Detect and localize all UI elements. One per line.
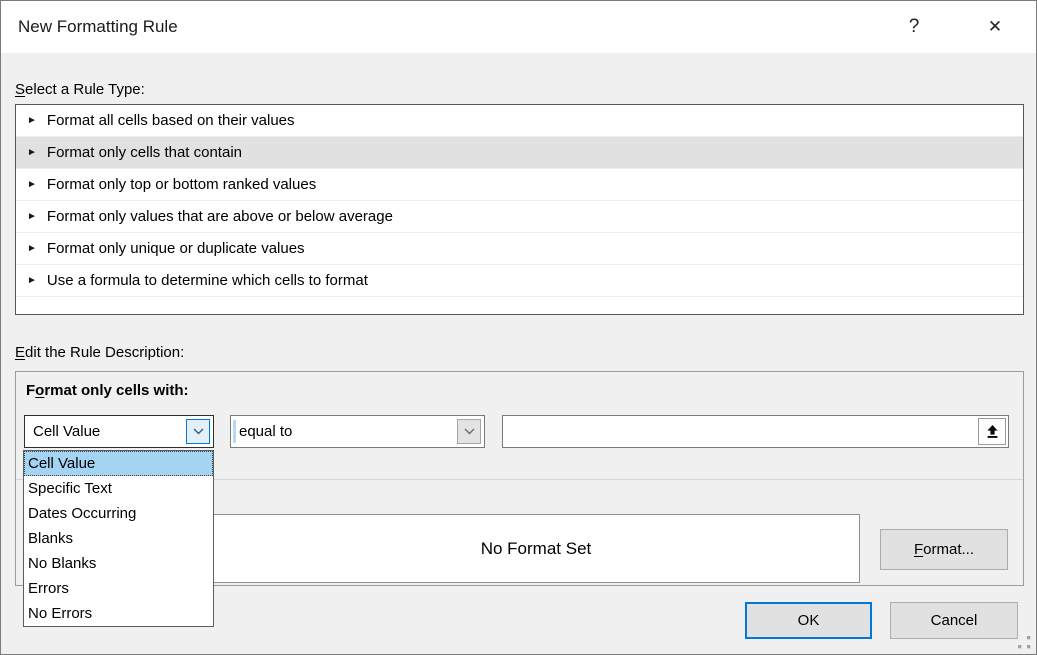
titlebar: New Formatting Rule ? ✕	[1, 1, 1036, 53]
help-icon: ?	[909, 16, 920, 38]
rule-type-item-top-bottom[interactable]: ► Format only top or bottom ranked value…	[16, 169, 1023, 201]
dialog-title: New Formatting Rule	[18, 1, 178, 53]
cancel-button[interactable]: Cancel	[890, 602, 1018, 639]
dropdown-option-errors[interactable]: Errors	[24, 576, 213, 601]
cell-value-dropdown[interactable]: Cell Value	[24, 415, 214, 448]
cell-value-dropdown-value: Cell Value	[33, 416, 100, 447]
dropdown-option-no-errors[interactable]: No Errors	[24, 601, 213, 626]
rule-type-item-cells-that-contain[interactable]: ► Format only cells that contain	[16, 137, 1023, 169]
rule-type-label: Format only cells that contain	[47, 144, 242, 161]
arrow-bullet-icon: ►	[27, 180, 37, 190]
rule-type-item-all-cells[interactable]: ► Format all cells based on their values	[16, 105, 1023, 137]
edit-rule-description-label: Edit the Rule Description:	[15, 344, 184, 361]
dropdown-option-no-blanks[interactable]: No Blanks	[24, 551, 213, 576]
format-only-cells-with-label: Format only cells with:	[26, 382, 189, 399]
arrow-bullet-icon: ►	[27, 244, 37, 254]
dropdown-option-cell-value[interactable]: Cell Value	[24, 451, 213, 476]
value-input-wrapper	[502, 415, 1009, 448]
dropdown-option-specific-text[interactable]: Specific Text	[24, 476, 213, 501]
rule-type-label: Format only values that are above or bel…	[47, 208, 393, 225]
help-button[interactable]: ?	[895, 1, 933, 53]
select-rule-type-label: Select a Rule Type:	[15, 81, 145, 98]
close-button[interactable]: ✕	[976, 1, 1014, 53]
format-button[interactable]: Format...	[880, 529, 1008, 570]
arrow-bullet-icon: ►	[27, 212, 37, 222]
dropdown-option-dates-occurring[interactable]: Dates Occurring	[24, 501, 213, 526]
collapse-dialog-button[interactable]	[978, 418, 1006, 445]
rule-type-item-unique-duplicate[interactable]: ► Format only unique or duplicate values	[16, 233, 1023, 265]
rule-type-list: ► Format all cells based on their values…	[15, 104, 1024, 315]
operator-dropdown-value: equal to	[239, 416, 292, 447]
format-preview-box: No Format Set	[212, 514, 860, 583]
arrow-bullet-icon: ►	[27, 148, 37, 158]
rule-type-item-above-below-average[interactable]: ► Format only values that are above or b…	[16, 201, 1023, 233]
preview-text: No Format Set	[481, 539, 592, 559]
ok-button[interactable]: OK	[745, 602, 872, 639]
close-icon: ✕	[988, 17, 1002, 37]
rule-type-label: Use a formula to determine which cells t…	[47, 272, 368, 289]
resize-grip[interactable]	[1018, 636, 1031, 649]
collapse-dialog-icon	[985, 424, 1000, 439]
dropdown-option-blanks[interactable]: Blanks	[24, 526, 213, 551]
rule-type-label: Format only top or bottom ranked values	[47, 176, 316, 193]
cell-value-dropdown-popup: Cell Value Specific Text Dates Occurring…	[23, 450, 214, 627]
rule-type-item-formula[interactable]: ► Use a formula to determine which cells…	[16, 265, 1023, 297]
value-input[interactable]	[507, 418, 947, 444]
chevron-down-icon[interactable]	[186, 419, 210, 444]
chevron-down-icon[interactable]	[457, 419, 481, 444]
rule-type-label: Format all cells based on their values	[47, 112, 295, 129]
new-formatting-rule-dialog: New Formatting Rule ? ✕ Select a Rule Ty…	[0, 0, 1037, 655]
rule-type-label: Format only unique or duplicate values	[47, 240, 305, 257]
arrow-bullet-icon: ►	[27, 116, 37, 126]
text-caret	[233, 420, 236, 443]
arrow-bullet-icon: ►	[27, 276, 37, 286]
operator-dropdown[interactable]: equal to	[230, 415, 485, 448]
